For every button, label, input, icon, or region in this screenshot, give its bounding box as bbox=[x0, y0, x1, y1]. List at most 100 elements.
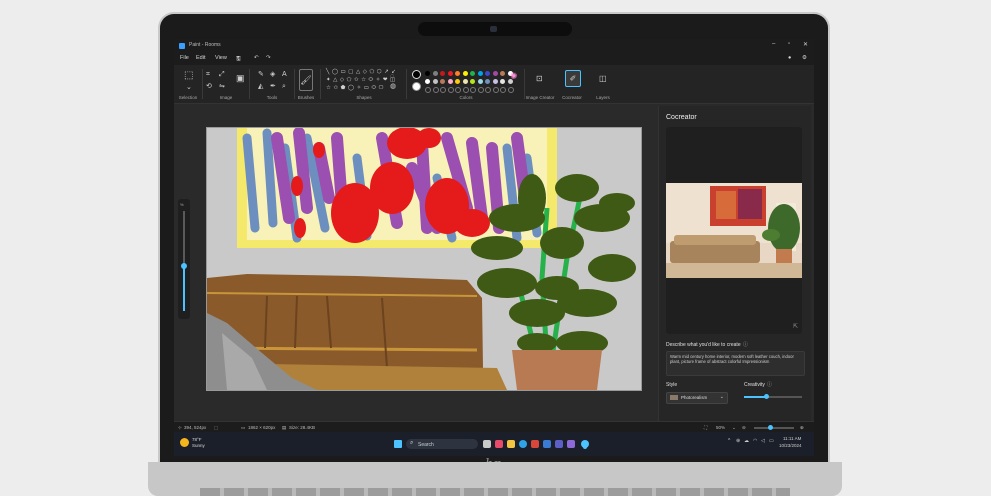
rotate-icon[interactable]: ⟲ bbox=[206, 83, 212, 90]
selection-tool-icon[interactable]: ⬚ bbox=[184, 71, 193, 81]
menu-file[interactable]: File bbox=[180, 55, 189, 61]
image-select-icon[interactable]: ▣ bbox=[236, 74, 245, 83]
cocreator-icon[interactable]: ✐ bbox=[565, 70, 581, 87]
redo-icon[interactable]: ↷ bbox=[266, 55, 271, 61]
zoom-in-icon[interactable]: ⊕ bbox=[800, 425, 804, 431]
edge-browser-icon[interactable] bbox=[519, 440, 527, 448]
shapes-row-3[interactable]: ☆ ✩ ⬟ ◯ ✧ ▭ ⬭ ⎔ bbox=[326, 85, 384, 92]
color-swatch[interactable] bbox=[477, 71, 483, 76]
color-swatch[interactable] bbox=[440, 71, 445, 76]
clock-date[interactable]: 10/23/2024 bbox=[779, 443, 802, 448]
info-icon[interactable]: ⓘ bbox=[743, 341, 748, 348]
creativity-slider-thumb[interactable] bbox=[763, 394, 769, 399]
account-avatar-icon[interactable]: ● bbox=[788, 55, 791, 61]
start-windows-icon[interactable] bbox=[394, 440, 402, 448]
crop-icon[interactable]: ⌗ bbox=[206, 71, 210, 78]
paint-taskbar-icon[interactable] bbox=[581, 440, 589, 448]
color-swatch[interactable] bbox=[447, 71, 453, 76]
selection-dropdown-icon[interactable]: ⌄ bbox=[186, 84, 192, 91]
creativity-info-icon[interactable]: ⓘ bbox=[767, 381, 772, 388]
expand-icon[interactable]: ⇱ bbox=[793, 323, 798, 330]
color-swatch[interactable] bbox=[485, 71, 490, 76]
maximize-button[interactable]: ▫ bbox=[788, 41, 790, 47]
resize-icon[interactable]: ⤢ bbox=[219, 71, 225, 78]
color-swatch[interactable] bbox=[470, 71, 475, 76]
style-dropdown[interactable]: Photorealism ⌄ bbox=[666, 392, 728, 404]
primary-color-swatch[interactable] bbox=[412, 70, 421, 79]
creativity-slider[interactable] bbox=[744, 394, 802, 399]
copilot-icon[interactable] bbox=[495, 440, 503, 448]
custom-color-slot[interactable] bbox=[492, 87, 499, 93]
zoom-value[interactable]: 50% bbox=[716, 425, 725, 430]
zoom-chevron-icon[interactable]: ⌄ bbox=[732, 425, 736, 431]
color-swatch[interactable] bbox=[500, 79, 505, 84]
color-swatch[interactable] bbox=[477, 79, 483, 84]
menu-view[interactable]: View bbox=[215, 55, 227, 61]
save-icon[interactable]: 🖫 bbox=[236, 55, 241, 64]
fit-icon[interactable]: ⛶ bbox=[704, 425, 707, 430]
store-icon[interactable] bbox=[543, 440, 551, 448]
shapes-row-1[interactable]: ╲ ◯ ▭ ▢ △ ◇ ⬠ ⬡ ↗ ↙ bbox=[326, 69, 396, 76]
zoom-slider-thumb[interactable] bbox=[181, 263, 187, 269]
prompt-input[interactable]: Warm mid century home interior, modern s… bbox=[666, 351, 805, 376]
secondary-color-swatch[interactable] bbox=[412, 82, 421, 91]
tray-chevron-icon[interactable]: ^ bbox=[728, 438, 730, 444]
generated-image-area[interactable]: ⇱ bbox=[666, 127, 802, 334]
flip-icon[interactable]: ⇋ bbox=[219, 83, 225, 90]
taskbar-search[interactable]: ⌕ Search bbox=[406, 439, 478, 449]
color-swatch[interactable] bbox=[455, 79, 460, 84]
color-swatch[interactable] bbox=[462, 79, 468, 84]
close-button[interactable]: ✕ bbox=[803, 41, 808, 48]
magnifier-icon[interactable]: ⌕ bbox=[282, 83, 286, 90]
brushes-icon[interactable]: 🖌 bbox=[299, 69, 313, 91]
custom-color-slot[interactable] bbox=[462, 87, 469, 93]
file-explorer-icon[interactable] bbox=[507, 440, 515, 448]
edit-colors-icon[interactable]: ✺ bbox=[510, 72, 518, 81]
vertical-zoom-slider[interactable]: % bbox=[178, 199, 190, 319]
tray-app-icon[interactable]: ⊕ bbox=[736, 438, 740, 444]
wifi-icon[interactable]: ◠ bbox=[753, 438, 757, 444]
weather-condition[interactable]: Sunny bbox=[192, 443, 205, 448]
custom-color-slot[interactable] bbox=[440, 87, 446, 93]
generated-image-preview[interactable] bbox=[666, 183, 802, 278]
color-swatch[interactable] bbox=[455, 71, 460, 76]
color-swatch[interactable] bbox=[492, 71, 498, 76]
custom-color-slot[interactable] bbox=[485, 87, 491, 93]
custom-color-slot[interactable] bbox=[507, 87, 514, 93]
image-creator-icon[interactable]: ⊡ bbox=[536, 75, 543, 83]
custom-color-slot[interactable] bbox=[477, 87, 484, 93]
menu-edit[interactable]: Edit bbox=[196, 55, 205, 61]
eraser-icon[interactable]: ◭ bbox=[258, 83, 263, 90]
status-zoom-slider[interactable] bbox=[754, 425, 794, 430]
status-zoom-thumb[interactable] bbox=[768, 425, 773, 430]
custom-color-slot[interactable] bbox=[447, 87, 454, 93]
color-swatch[interactable] bbox=[432, 71, 438, 76]
clock-time[interactable]: 11:11 AM bbox=[783, 436, 801, 441]
color-swatch[interactable] bbox=[447, 79, 453, 84]
color-swatch[interactable] bbox=[485, 79, 490, 84]
office-icon[interactable] bbox=[531, 440, 539, 448]
onedrive-icon[interactable]: ☁ bbox=[744, 438, 749, 444]
color-picker-icon[interactable]: ✒ bbox=[270, 83, 276, 90]
color-swatch[interactable] bbox=[425, 79, 430, 84]
drawing-canvas[interactable] bbox=[206, 127, 642, 391]
pencil-icon[interactable]: ✎ bbox=[258, 71, 264, 78]
photos-icon[interactable] bbox=[567, 440, 575, 448]
teams-icon[interactable] bbox=[555, 440, 563, 448]
shape-fill-icon[interactable]: ◍ bbox=[390, 83, 396, 90]
text-tool-icon[interactable]: A bbox=[282, 71, 287, 78]
task-view-icon[interactable] bbox=[483, 440, 491, 448]
battery-icon[interactable]: ▭ bbox=[769, 438, 774, 444]
color-swatch[interactable] bbox=[470, 79, 475, 84]
weather-temp[interactable]: 78°F bbox=[192, 437, 202, 442]
shapes-row-2[interactable]: ✦ △ ◇ ⬠ ✩ ☆ ⬭ ✧ ❤ ◫ bbox=[326, 77, 396, 84]
custom-color-slot[interactable] bbox=[425, 87, 431, 93]
minimize-button[interactable]: – bbox=[772, 41, 775, 47]
color-swatch[interactable] bbox=[440, 79, 445, 84]
fill-bucket-icon[interactable]: ◈ bbox=[270, 71, 275, 78]
custom-color-slot[interactable] bbox=[432, 87, 439, 93]
custom-color-slot[interactable] bbox=[470, 87, 476, 93]
zoom-out-icon[interactable]: ⊖ bbox=[742, 425, 746, 431]
color-swatch[interactable] bbox=[492, 79, 498, 84]
layers-icon[interactable]: ◫ bbox=[599, 75, 607, 83]
